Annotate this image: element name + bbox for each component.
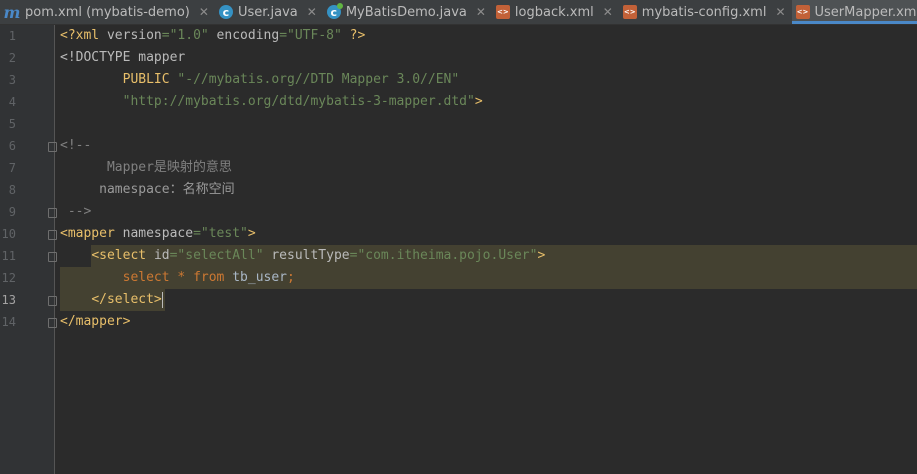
text-caret [161, 291, 163, 308]
line-number: 7 [8, 161, 16, 175]
line-number: 1 [8, 29, 16, 43]
code-line-11: <select id="selectAll" resultType="com.i… [91, 248, 546, 263]
tab-mybatisdemo-java[interactable]: c MyBatisDemo.java ✕ [323, 0, 492, 24]
line-number: 8 [8, 183, 16, 197]
code-line-12: select * from tb_user; [122, 270, 295, 285]
tab-label: MyBatisDemo.java [345, 4, 467, 20]
tab-pom-xml[interactable]: m pom.xml (mybatis-demo) ✕ [0, 0, 215, 24]
tab-label: UserMapper.xml [814, 4, 917, 20]
tab-user-java[interactable]: c User.java ✕ [215, 0, 323, 24]
close-icon[interactable]: ✕ [476, 5, 486, 19]
tab-label: logback.xml [514, 4, 594, 20]
code-line-14: </mapper> [60, 314, 131, 329]
line-number-gutter[interactable]: 1 2 3 4 5 6 7 8 9 10 11 12 13 14 [0, 25, 57, 474]
line-number-current: 13 [1, 293, 16, 307]
line-number: 9 [8, 205, 16, 219]
xml-file-icon: <> [795, 5, 810, 19]
close-icon[interactable]: ✕ [199, 5, 209, 19]
code-line-7: Mapper是映射的意思 [60, 160, 232, 175]
tab-label: pom.xml (mybatis-demo) [25, 4, 190, 20]
code-line-10: <mapper namespace="test"> [60, 226, 256, 241]
line-number: 2 [8, 51, 16, 65]
code-line-2: <!DOCTYPE mapper [60, 50, 186, 65]
line-number: 4 [8, 95, 16, 109]
line-number: 6 [8, 139, 16, 153]
editor-tab-bar: m pom.xml (mybatis-demo) ✕ c User.java ✕… [0, 0, 917, 25]
code-line-8: namespace：名称空间 [60, 182, 235, 197]
code-line-13: </select> [91, 291, 163, 308]
line-number: 10 [1, 227, 16, 241]
close-icon[interactable]: ✕ [775, 5, 785, 19]
maven-icon: m [3, 2, 21, 22]
close-icon[interactable]: ✕ [603, 5, 613, 19]
line-number: 14 [1, 315, 16, 329]
code-line-6: <!-- [60, 138, 92, 153]
tab-logback-xml[interactable]: <> logback.xml ✕ [492, 0, 619, 24]
xml-file-icon: <> [495, 5, 510, 19]
code-line-3: PUBLIC "-//mybatis.org//DTD Mapper 3.0//… [122, 72, 460, 87]
close-icon[interactable]: ✕ [307, 5, 317, 19]
java-class-icon: c [218, 5, 233, 19]
line-number: 11 [1, 249, 16, 263]
line-number: 3 [8, 73, 16, 87]
code-line-9: --> [60, 204, 92, 219]
code-line-4: "http://mybatis.org/dtd/mybatis-3-mapper… [122, 94, 483, 109]
java-main-class-icon: c [326, 3, 343, 19]
xml-file-icon: <> [622, 5, 637, 19]
tab-label: mybatis-config.xml [641, 4, 767, 20]
code-line-1: <?xml version="1.0" encoding="UTF-8" ?> [60, 28, 366, 43]
tab-usermapper-xml[interactable]: <> UserMapper.xml ✕ [791, 0, 917, 24]
code-editor[interactable]: <?xml version="1.0" encoding="UTF-8" ?> … [55, 25, 917, 474]
tab-mybatis-config-xml[interactable]: <> mybatis-config.xml ✕ [619, 0, 792, 24]
line-number: 5 [8, 117, 16, 131]
tab-label: User.java [237, 4, 298, 20]
line-number: 12 [1, 271, 16, 285]
